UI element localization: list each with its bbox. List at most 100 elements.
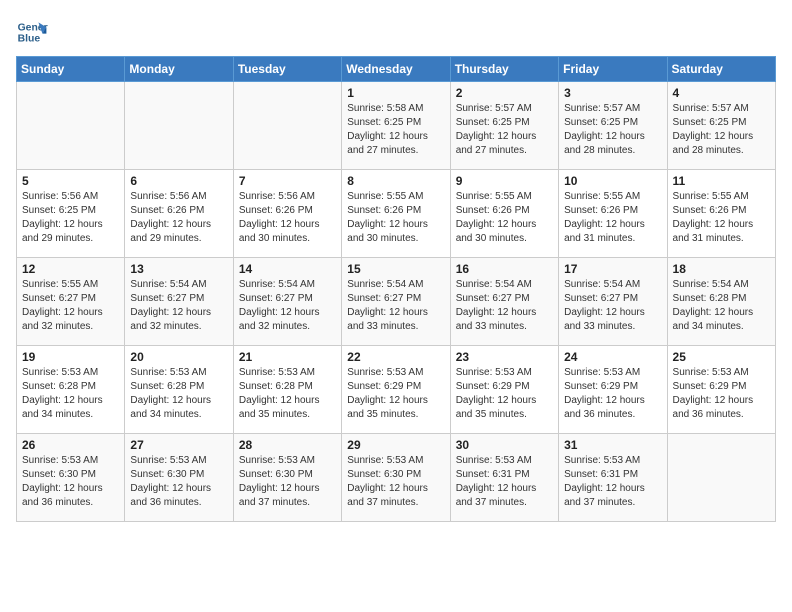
day-number: 17 (564, 262, 661, 276)
cell-info: Sunrise: 5:53 AM Sunset: 6:29 PM Dayligh… (673, 366, 770, 422)
calendar-week-row: 19 Sunrise: 5:53 AM Sunset: 6:28 PM Dayli… (17, 346, 776, 434)
day-number: 10 (564, 174, 661, 188)
calendar-cell: 29 Sunrise: 5:53 AM Sunset: 6:30 PM Dayli… (342, 434, 450, 522)
day-number: 24 (564, 350, 661, 364)
weekday-header: Saturday (667, 57, 775, 82)
calendar-week-row: 1 Sunrise: 5:58 AM Sunset: 6:25 PM Daylig… (17, 82, 776, 170)
calendar-cell: 30 Sunrise: 5:53 AM Sunset: 6:31 PM Dayli… (450, 434, 558, 522)
calendar-cell: 3 Sunrise: 5:57 AM Sunset: 6:25 PM Daylig… (559, 82, 667, 170)
calendar-cell: 26 Sunrise: 5:53 AM Sunset: 6:30 PM Dayli… (17, 434, 125, 522)
cell-info: Sunrise: 5:54 AM Sunset: 6:27 PM Dayligh… (130, 278, 227, 334)
cell-info: Sunrise: 5:53 AM Sunset: 6:31 PM Dayligh… (564, 454, 661, 510)
calendar-cell (233, 82, 341, 170)
day-number: 16 (456, 262, 553, 276)
cell-info: Sunrise: 5:57 AM Sunset: 6:25 PM Dayligh… (456, 102, 553, 158)
calendar-cell: 18 Sunrise: 5:54 AM Sunset: 6:28 PM Dayli… (667, 258, 775, 346)
cell-info: Sunrise: 5:55 AM Sunset: 6:26 PM Dayligh… (673, 190, 770, 246)
cell-info: Sunrise: 5:53 AM Sunset: 6:29 PM Dayligh… (564, 366, 661, 422)
cell-info: Sunrise: 5:54 AM Sunset: 6:27 PM Dayligh… (564, 278, 661, 334)
cell-info: Sunrise: 5:53 AM Sunset: 6:30 PM Dayligh… (22, 454, 119, 510)
calendar-cell: 19Sunrise: 5:53 AM Sunset: 6:28 PM Dayli… (17, 346, 125, 434)
weekday-header-row: SundayMondayTuesdayWednesdayThursdayFrid… (17, 57, 776, 82)
calendar-cell (125, 82, 233, 170)
calendar-cell: 2 Sunrise: 5:57 AM Sunset: 6:25 PM Daylig… (450, 82, 558, 170)
day-number: 3 (564, 86, 661, 100)
calendar-cell: 31Sunrise: 5:53 AM Sunset: 6:31 PM Dayli… (559, 434, 667, 522)
calendar-cell: 17 Sunrise: 5:54 AM Sunset: 6:27 PM Dayli… (559, 258, 667, 346)
calendar-cell: 21Sunrise: 5:53 AM Sunset: 6:28 PM Dayli… (233, 346, 341, 434)
cell-info: Sunrise: 5:53 AM Sunset: 6:30 PM Dayligh… (130, 454, 227, 510)
day-number: 30 (456, 438, 553, 452)
day-number: 11 (673, 174, 770, 188)
calendar-cell: 12 Sunrise: 5:55 AM Sunset: 6:27 PM Dayli… (17, 258, 125, 346)
day-number: 6 (130, 174, 227, 188)
cell-info: Sunrise: 5:53 AM Sunset: 6:29 PM Dayligh… (347, 366, 444, 422)
cell-info: Sunrise: 5:57 AM Sunset: 6:25 PM Dayligh… (564, 102, 661, 158)
calendar-week-row: 12 Sunrise: 5:55 AM Sunset: 6:27 PM Dayli… (17, 258, 776, 346)
cell-info: Sunrise: 5:57 AM Sunset: 6:25 PM Dayligh… (673, 102, 770, 158)
cell-info: Sunrise: 5:54 AM Sunset: 6:27 PM Dayligh… (239, 278, 336, 334)
cell-info: Sunrise: 5:54 AM Sunset: 6:27 PM Dayligh… (456, 278, 553, 334)
calendar-cell: 25 Sunrise: 5:53 AM Sunset: 6:29 PM Dayli… (667, 346, 775, 434)
weekday-header: Monday (125, 57, 233, 82)
calendar-cell: 23 Sunrise: 5:53 AM Sunset: 6:29 PM Dayli… (450, 346, 558, 434)
calendar-cell: 15 Sunrise: 5:54 AM Sunset: 6:27 PM Dayli… (342, 258, 450, 346)
calendar-cell (667, 434, 775, 522)
day-number: 23 (456, 350, 553, 364)
day-number: 20 (130, 350, 227, 364)
cell-info: Sunrise: 5:55 AM Sunset: 6:26 PM Dayligh… (456, 190, 553, 246)
cell-info: Sunrise: 5:55 AM Sunset: 6:27 PM Dayligh… (22, 278, 119, 334)
day-number: 7 (239, 174, 336, 188)
day-number: 12 (22, 262, 119, 276)
calendar-cell: 13 Sunrise: 5:54 AM Sunset: 6:27 PM Dayli… (125, 258, 233, 346)
calendar-cell: 5 Sunrise: 5:56 AM Sunset: 6:25 PM Daylig… (17, 170, 125, 258)
calendar-cell: 4Sunrise: 5:57 AM Sunset: 6:25 PM Daylig… (667, 82, 775, 170)
day-number: 5 (22, 174, 119, 188)
day-number: 29 (347, 438, 444, 452)
calendar-cell: 16 Sunrise: 5:54 AM Sunset: 6:27 PM Dayli… (450, 258, 558, 346)
cell-info: Sunrise: 5:53 AM Sunset: 6:30 PM Dayligh… (347, 454, 444, 510)
svg-text:Blue: Blue (18, 34, 41, 45)
day-number: 27 (130, 438, 227, 452)
day-number: 8 (347, 174, 444, 188)
calendar-cell: 14 Sunrise: 5:54 AM Sunset: 6:27 PM Dayli… (233, 258, 341, 346)
calendar-cell: 27 Sunrise: 5:53 AM Sunset: 6:30 PM Dayli… (125, 434, 233, 522)
cell-info: Sunrise: 5:54 AM Sunset: 6:28 PM Dayligh… (673, 278, 770, 334)
calendar-cell: 11 Sunrise: 5:55 AM Sunset: 6:26 PM Dayli… (667, 170, 775, 258)
cell-info: Sunrise: 5:58 AM Sunset: 6:25 PM Dayligh… (347, 102, 444, 158)
cell-info: Sunrise: 5:53 AM Sunset: 6:28 PM Dayligh… (130, 366, 227, 422)
calendar-week-row: 26 Sunrise: 5:53 AM Sunset: 6:30 PM Dayli… (17, 434, 776, 522)
day-number: 2 (456, 86, 553, 100)
calendar-cell: 22Sunrise: 5:53 AM Sunset: 6:29 PM Dayli… (342, 346, 450, 434)
logo-icon: General Blue (16, 16, 48, 48)
day-number: 18 (673, 262, 770, 276)
calendar-cell: 28Sunrise: 5:53 AM Sunset: 6:30 PM Dayli… (233, 434, 341, 522)
cell-info: Sunrise: 5:56 AM Sunset: 6:26 PM Dayligh… (130, 190, 227, 246)
cell-info: Sunrise: 5:53 AM Sunset: 6:29 PM Dayligh… (456, 366, 553, 422)
calendar-table: SundayMondayTuesdayWednesdayThursdayFrid… (16, 56, 776, 522)
day-number: 15 (347, 262, 444, 276)
page-header: General Blue (16, 16, 776, 48)
calendar-cell (17, 82, 125, 170)
cell-info: Sunrise: 5:55 AM Sunset: 6:26 PM Dayligh… (564, 190, 661, 246)
day-number: 1 (347, 86, 444, 100)
calendar-cell: 1 Sunrise: 5:58 AM Sunset: 6:25 PM Daylig… (342, 82, 450, 170)
cell-info: Sunrise: 5:54 AM Sunset: 6:27 PM Dayligh… (347, 278, 444, 334)
day-number: 19 (22, 350, 119, 364)
calendar-cell: 8Sunrise: 5:55 AM Sunset: 6:26 PM Daylig… (342, 170, 450, 258)
calendar-cell: 7Sunrise: 5:56 AM Sunset: 6:26 PM Daylig… (233, 170, 341, 258)
calendar-cell: 10 Sunrise: 5:55 AM Sunset: 6:26 PM Dayli… (559, 170, 667, 258)
cell-info: Sunrise: 5:56 AM Sunset: 6:25 PM Dayligh… (22, 190, 119, 246)
calendar-cell: 6 Sunrise: 5:56 AM Sunset: 6:26 PM Daylig… (125, 170, 233, 258)
calendar-cell: 24 Sunrise: 5:53 AM Sunset: 6:29 PM Dayli… (559, 346, 667, 434)
day-number: 14 (239, 262, 336, 276)
day-number: 21 (239, 350, 336, 364)
weekday-header: Friday (559, 57, 667, 82)
day-number: 13 (130, 262, 227, 276)
cell-info: Sunrise: 5:53 AM Sunset: 6:31 PM Dayligh… (456, 454, 553, 510)
day-number: 25 (673, 350, 770, 364)
weekday-header: Thursday (450, 57, 558, 82)
calendar-cell: 20 Sunrise: 5:53 AM Sunset: 6:28 PM Dayli… (125, 346, 233, 434)
logo: General Blue (16, 16, 48, 48)
day-number: 26 (22, 438, 119, 452)
